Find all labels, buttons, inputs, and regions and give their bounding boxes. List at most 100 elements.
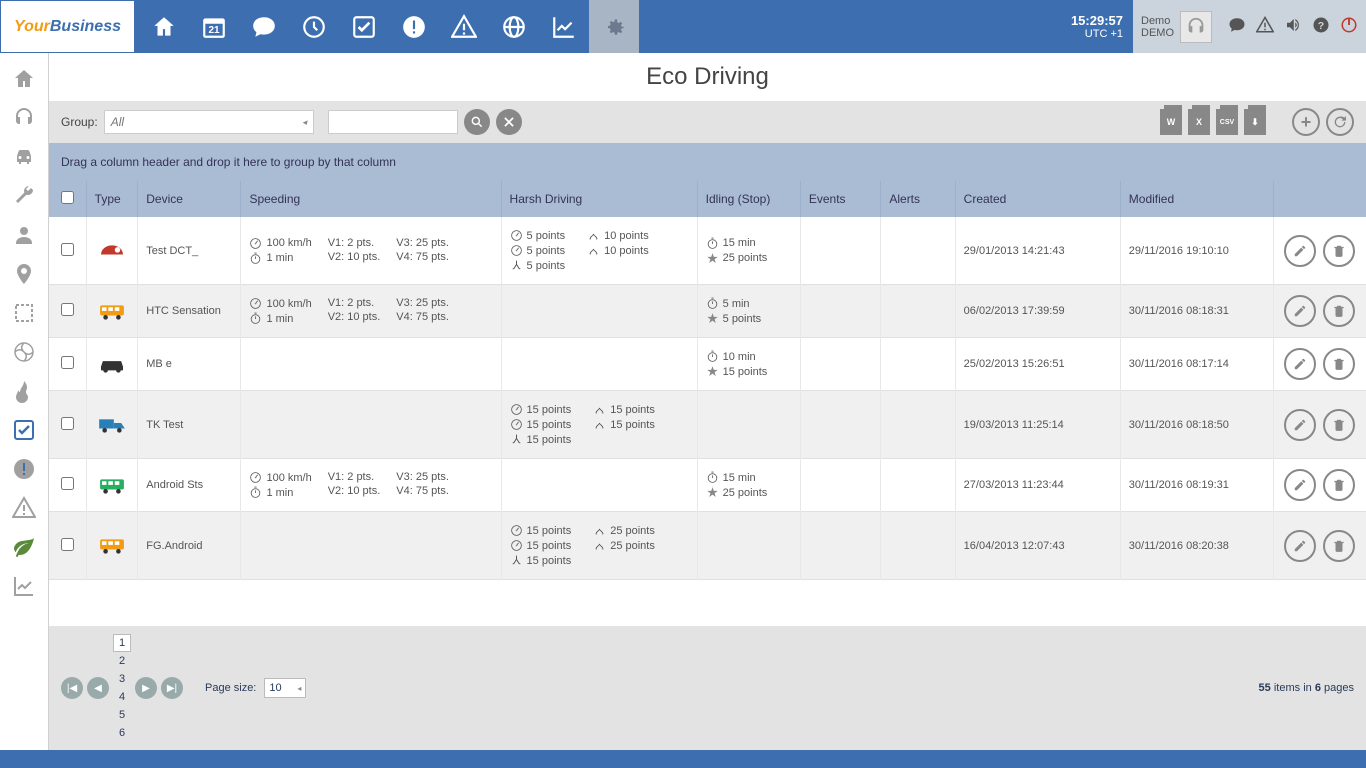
pager-next[interactable]: ▶ [135,677,157,699]
nav-alerts[interactable] [389,0,439,53]
header-alerts[interactable]: Alerts [881,181,955,217]
cell-speeding [241,338,501,391]
search-button[interactable] [464,109,490,135]
side-fuel[interactable] [0,371,49,410]
nav-chat[interactable] [239,0,289,53]
row-checkbox[interactable] [61,538,74,551]
edit-button[interactable] [1284,348,1316,380]
nav-home[interactable] [139,0,189,53]
top-nav: 21 [135,0,639,53]
export-word[interactable]: W [1160,109,1182,135]
pager-page-6[interactable]: 6 [113,724,131,742]
toolbar: Group: All W X CSV ⬇ + [49,101,1366,143]
cell-alerts [881,285,955,338]
info-items-label: items in [1274,682,1312,694]
user-box[interactable]: Demo DEMO [1133,0,1220,53]
cell-device: TK Test [138,391,241,459]
edit-button[interactable] [1284,295,1316,327]
edit-button[interactable] [1284,409,1316,441]
page-size-select[interactable]: 10 [264,678,306,698]
nav-warnings[interactable] [439,0,489,53]
edit-button[interactable] [1284,530,1316,562]
edit-button[interactable] [1284,469,1316,501]
delete-button[interactable] [1323,469,1355,501]
sound-icon[interactable] [1284,16,1302,37]
delete-button[interactable] [1323,295,1355,327]
warn-icon[interactable] [1256,16,1274,37]
side-globe[interactable] [0,332,49,371]
cell-alerts [881,512,955,580]
nav-calendar[interactable]: 21 [189,0,239,53]
avatar [1180,11,1212,43]
header-idling[interactable]: Idling (Stop) [697,181,800,217]
search-input[interactable] [328,110,458,134]
export-excel[interactable]: X [1188,109,1210,135]
row-checkbox[interactable] [61,243,74,256]
power-icon[interactable] [1340,16,1358,37]
add-button[interactable]: + [1292,108,1320,136]
header-row: Type Device Speeding Harsh Driving Idlin… [49,181,1366,217]
table-row: MB e 10 min15 points 25/02/2013 15:26:51… [49,338,1366,391]
header-harsh[interactable]: Harsh Driving [501,181,697,217]
group-hint[interactable]: Drag a column header and drop it here to… [49,143,1366,181]
nav-globe[interactable] [489,0,539,53]
chat-icon[interactable] [1228,16,1246,37]
pager-page-1[interactable]: 1 [113,634,131,652]
user-company: DEMO [1141,27,1174,39]
cell-device: Test DCT_ [138,217,241,285]
pager-page-2[interactable]: 2 [113,652,131,670]
side-drivers[interactable] [0,215,49,254]
side-home[interactable] [0,59,49,98]
side-maintenance[interactable] [0,176,49,215]
side-alerts[interactable] [0,449,49,488]
pager-page-5[interactable]: 5 [113,706,131,724]
row-checkbox-cell [49,391,86,459]
delete-button[interactable] [1323,348,1355,380]
row-checkbox[interactable] [61,303,74,316]
row-checkbox[interactable] [61,477,74,490]
row-checkbox[interactable] [61,356,74,369]
header-device[interactable]: Device [138,181,241,217]
header-events[interactable]: Events [800,181,881,217]
header-type[interactable]: Type [86,181,138,217]
refresh-button[interactable] [1326,108,1354,136]
side-eco[interactable] [0,527,49,566]
pager-page-3[interactable]: 3 [113,670,131,688]
side-reports[interactable] [0,566,49,605]
pager-prev[interactable]: ◀ [87,677,109,699]
group-select[interactable]: All [104,110,314,134]
header-created[interactable]: Created [955,181,1120,217]
side-support[interactable] [0,98,49,137]
nav-reports[interactable] [539,0,589,53]
help-icon[interactable] [1312,16,1330,37]
row-checkbox[interactable] [61,417,74,430]
clear-button[interactable] [496,109,522,135]
cell-modified: 29/11/2016 19:10:10 [1120,217,1273,285]
logo[interactable]: YourBusiness [0,0,135,53]
delete-button[interactable] [1323,235,1355,267]
page-size-label: Page size: [205,682,256,694]
row-checkbox-cell [49,217,86,285]
side-places[interactable] [0,254,49,293]
cell-modified: 30/11/2016 08:20:38 [1120,512,1273,580]
nav-clock[interactable] [289,0,339,53]
delete-button[interactable] [1323,409,1355,441]
side-warn[interactable] [0,488,49,527]
pager-last[interactable]: ▶| [161,677,183,699]
edit-button[interactable] [1284,235,1316,267]
export-csv[interactable]: CSV [1216,109,1238,135]
nav-tasks[interactable] [339,0,389,53]
export-pdf[interactable]: ⬇ [1244,109,1266,135]
header-modified[interactable]: Modified [1120,181,1273,217]
header-actions [1273,181,1366,217]
pager-page-4[interactable]: 4 [113,688,131,706]
select-all-checkbox[interactable] [61,191,74,204]
nav-settings[interactable] [589,0,639,53]
side-vehicles[interactable] [0,137,49,176]
pager-first[interactable]: |◀ [61,677,83,699]
cell-idling: 10 min15 points [697,338,800,391]
side-tasks[interactable] [0,410,49,449]
delete-button[interactable] [1323,530,1355,562]
side-zones[interactable] [0,293,49,332]
header-speeding[interactable]: Speeding [241,181,501,217]
